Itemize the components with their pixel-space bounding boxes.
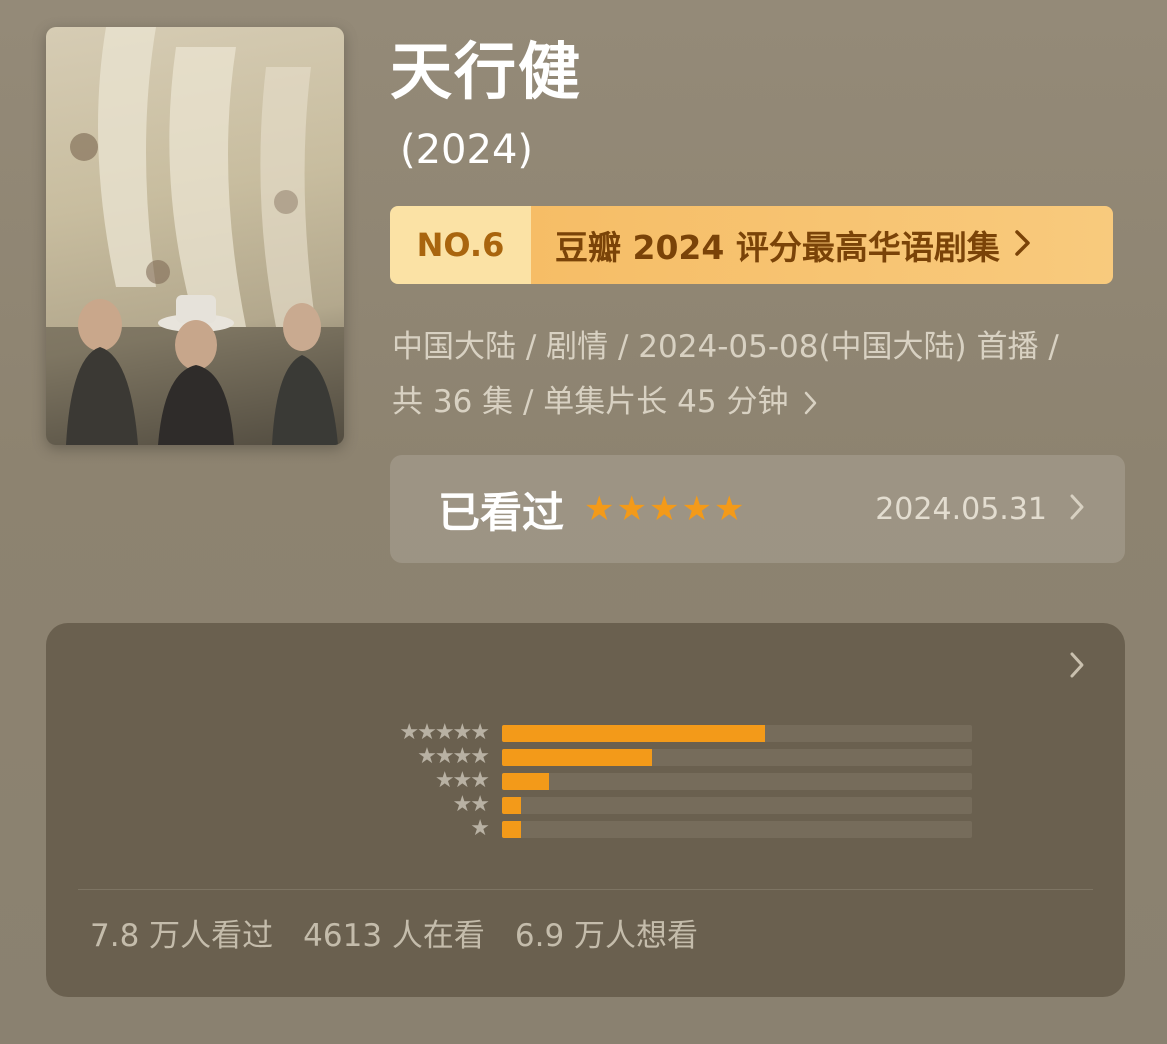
release-year: (2024) (400, 127, 534, 173)
chevron-right-icon (798, 384, 818, 420)
rating-panel[interactable]: ★★★★★ ★★★★ ★★★ ★★ ★ 7.8 万人看过 4613 人在看 6.… (46, 623, 1125, 997)
distribution-row: ★★ (376, 793, 976, 817)
chevron-right-icon (1014, 226, 1032, 265)
star-label: ★★★ (434, 768, 490, 793)
star-icon: ★ (713, 489, 745, 529)
poster-artwork (46, 27, 344, 445)
distribution-bar (502, 820, 521, 838)
star-icon: ★ (681, 489, 712, 529)
star-icon: ★ (584, 489, 615, 529)
star-icon: ★ (616, 489, 647, 529)
audience-counts: 7.8 万人看过 4613 人在看 6.9 万人想看 (90, 913, 698, 959)
show-title: 天行健 (390, 35, 583, 108)
want-count[interactable]: 6.9 万人想看 (515, 913, 698, 959)
watch-status: 已看过 (438, 487, 565, 537)
distribution-track (502, 724, 972, 742)
distribution-row: ★★★★ (376, 745, 976, 769)
star-icon: ★ (648, 489, 680, 529)
rank-label: 豆瓣 2024 评分最高华语剧集 (555, 228, 1000, 267)
show-meta[interactable]: 中国大陆 / 剧情 / 2024-05-08(中国大陆) 首播 / 共 36 集… (392, 320, 1132, 430)
divider (78, 889, 1093, 890)
distribution-bar (502, 772, 549, 790)
star-label: ★★ (452, 792, 490, 817)
star-label: ★ (470, 816, 490, 841)
watching-count[interactable]: 4613 人在看 (303, 913, 485, 959)
distribution-row: ★★★ (376, 769, 976, 793)
distribution-track (502, 748, 972, 766)
meta-line-2-text: 共 36 集 / 单集片长 45 分钟 (392, 384, 789, 420)
my-rating-card[interactable]: 已看过 ★ ★ ★ ★ ★ 2024.05.31 (390, 455, 1125, 563)
rating-distribution: ★★★★★ ★★★★ ★★★ ★★ ★ (376, 721, 976, 841)
distribution-track (502, 796, 972, 814)
rank-title: 豆瓣 2024 评分最高华语剧集 (531, 206, 1113, 284)
distribution-row: ★ (376, 817, 976, 841)
distribution-bar (502, 724, 766, 742)
rank-number: NO.6 (390, 206, 531, 284)
meta-line-2: 共 36 集 / 单集片长 45 分钟 (392, 375, 1132, 430)
chevron-right-icon (1069, 489, 1085, 530)
watched-count[interactable]: 7.8 万人看过 (90, 913, 273, 959)
distribution-bar (502, 796, 521, 814)
star-label: ★★★★ (417, 744, 490, 769)
my-rating-stars: ★ ★ ★ ★ ★ (584, 492, 744, 526)
distribution-row: ★★★★★ (376, 721, 976, 745)
distribution-track (502, 820, 972, 838)
watch-date: 2024.05.31 (875, 491, 1047, 527)
ranking-banner[interactable]: NO.6 豆瓣 2024 评分最高华语剧集 (390, 206, 1113, 284)
distribution-bar (502, 748, 653, 766)
poster-image[interactable] (46, 27, 344, 445)
distribution-track (502, 772, 972, 790)
chevron-right-icon[interactable] (1069, 647, 1085, 688)
meta-line-1: 中国大陆 / 剧情 / 2024-05-08(中国大陆) 首播 / (392, 329, 1059, 365)
star-label: ★★★★★ (399, 720, 490, 745)
